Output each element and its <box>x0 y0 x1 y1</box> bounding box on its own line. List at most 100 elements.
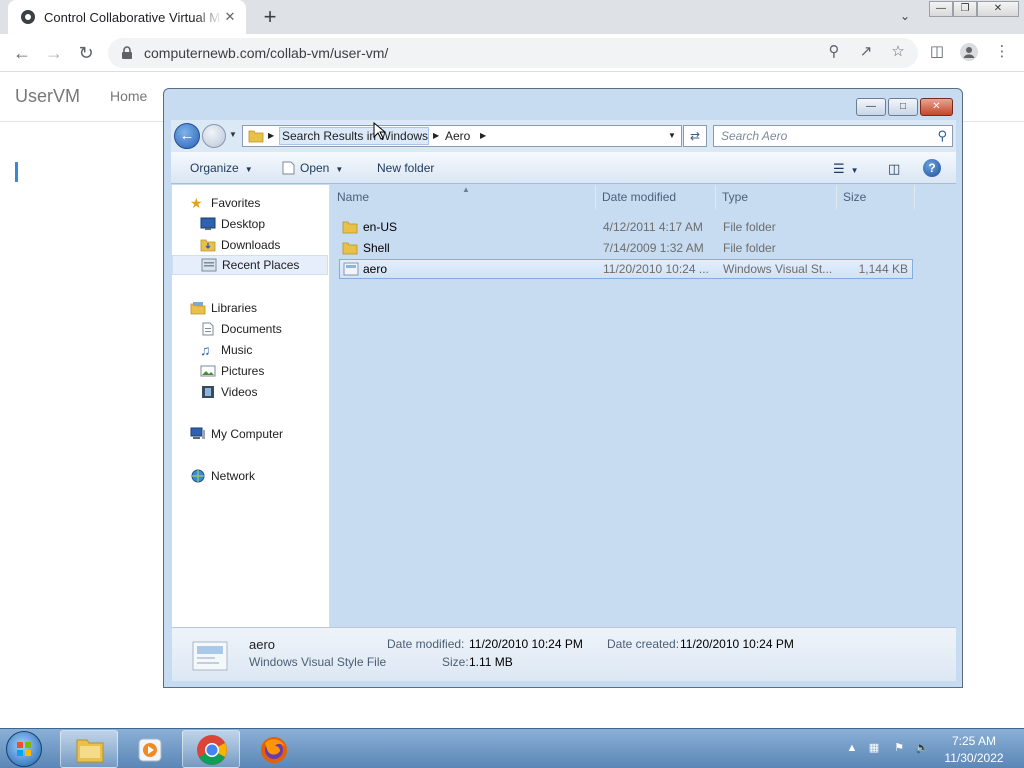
taskbar-explorer-button[interactable] <box>60 730 118 768</box>
nav-downloads[interactable]: Downloads <box>200 235 280 255</box>
breadcrumb-search-results[interactable]: Search Results in Windows <box>282 129 428 143</box>
back-arrow-icon[interactable]: ← <box>10 41 34 65</box>
details-file-name: aero <box>249 637 276 652</box>
file-type: Windows Visual St... <box>723 262 833 276</box>
taskbar-firefox-button[interactable] <box>243 730 301 768</box>
close-window-button[interactable]: ✕ <box>977 1 1019 17</box>
clock-time[interactable]: 7:25 AM <box>944 734 1004 748</box>
explorer-minimize-button[interactable]: — <box>856 98 886 116</box>
change-view-icon[interactable]: ☰ ▼ <box>833 161 859 177</box>
profile-avatar-icon[interactable] <box>960 43 978 61</box>
file-list: Name ▲ Date modified Type Size en-US 4/1… <box>331 185 956 627</box>
new-tab-button[interactable]: + <box>258 6 282 30</box>
network-tray-icon[interactable]: ▦ <box>867 741 881 755</box>
recent-pages-chevron-icon[interactable]: ▼ <box>229 130 237 139</box>
nav-recent-places[interactable]: Recent Places <box>172 255 328 275</box>
column-type[interactable]: Type <box>716 185 837 209</box>
home-link[interactable]: Home <box>110 88 147 104</box>
details-date-modified: 11/20/2010 10:24 PM <box>469 637 583 651</box>
network-icon <box>191 469 205 483</box>
side-panel-icon[interactable]: ◫ <box>928 43 946 61</box>
nav-libraries[interactable]: Libraries <box>190 298 257 318</box>
help-icon[interactable]: ? <box>923 159 941 177</box>
nav-network-label: Network <box>211 469 256 483</box>
nav-pictures[interactable]: Pictures <box>200 361 264 381</box>
taskbar: ▲ ▦ ⚑ 🔈 7:25 AM 11/30/2022 <box>0 728 1024 768</box>
lock-icon <box>122 46 132 59</box>
explorer-close-button[interactable]: ✕ <box>920 98 953 116</box>
open-label: Open <box>300 161 330 175</box>
preview-pane-icon[interactable]: ◫ <box>888 161 900 177</box>
file-type: File folder <box>723 220 776 234</box>
reload-icon[interactable]: ↻ <box>74 41 98 65</box>
details-size: 1.11 MB <box>469 655 513 669</box>
breadcrumb-separator-icon[interactable]: ▶ <box>433 131 439 140</box>
organize-label: Organize <box>190 161 239 175</box>
nav-pictures-label: Pictures <box>221 364 265 378</box>
organize-button[interactable]: Organize ▼ <box>190 161 253 175</box>
restore-window-button[interactable]: ❐ <box>953 1 977 17</box>
nav-documents-label: Documents <box>221 322 282 336</box>
firefox-icon <box>261 737 287 763</box>
clock-date[interactable]: 11/30/2022 <box>944 751 1004 765</box>
search-input[interactable]: Search Aero ⚲ <box>713 125 953 147</box>
file-date: 11/20/2010 10:24 ... <box>603 262 709 276</box>
search-icon[interactable]: ⚲ <box>937 128 947 144</box>
new-folder-button[interactable]: New folder <box>377 161 434 175</box>
open-button[interactable]: Open ▼ <box>282 161 343 175</box>
file-explorer-icon <box>76 739 104 763</box>
explorer-forward-arrow-icon[interactable] <box>202 124 226 148</box>
address-bar[interactable]: computernewb.com/collab-vm/user-vm/ <box>108 38 918 68</box>
menu-kebab-icon[interactable]: ⋮ <box>993 43 1011 61</box>
nav-favorites[interactable]: ★ Favorites <box>190 193 260 213</box>
zoom-search-icon[interactable]: ⚲ <box>825 43 843 61</box>
volume-icon[interactable]: 🔈 <box>915 741 929 755</box>
column-name-label: Name <box>337 190 370 204</box>
breadcrumb-separator-icon[interactable]: ▶ <box>480 131 486 140</box>
breadcrumb-aero[interactable]: Aero <box>445 129 470 143</box>
file-row[interactable]: en-US 4/12/2011 4:17 AM File folder <box>339 217 913 237</box>
nav-network[interactable]: Network <box>190 466 255 486</box>
tab-search-chevron-icon[interactable]: ⌄ <box>896 9 914 25</box>
url-text: computernewb.com/collab-vm/user-vm/ <box>144 45 389 61</box>
explorer-restore-button[interactable]: □ <box>888 98 918 116</box>
nav-my-computer[interactable]: My Computer <box>190 424 283 444</box>
site-brand[interactable]: UserVM <box>15 86 80 107</box>
sort-ascending-icon: ▲ <box>462 185 470 194</box>
taskbar-chrome-button[interactable] <box>182 730 240 768</box>
file-date: 4/12/2011 4:17 AM <box>603 220 703 234</box>
column-date-modified-label: Date modified <box>602 190 677 204</box>
tray-expand-icon[interactable]: ▲ <box>845 741 859 755</box>
browser-tab[interactable]: Control Collaborative Virtual Machine ✕ <box>8 0 246 34</box>
breadcrumb-separator-icon[interactable]: ▶ <box>268 131 274 140</box>
nav-music[interactable]: ♫ Music <box>200 340 252 360</box>
documents-icon <box>202 322 214 336</box>
breadcrumb[interactable]: ▶ Search Results in Windows ▶ Aero ▶ ▼ <box>242 125 682 147</box>
explorer-back-arrow-icon[interactable]: ← <box>174 123 200 149</box>
tab-close-icon[interactable]: ✕ <box>222 9 238 25</box>
nav-videos[interactable]: Videos <box>200 382 257 402</box>
computer-icon <box>190 427 205 439</box>
details-file-type: Windows Visual Style File <box>249 655 387 669</box>
file-row-selected[interactable]: aero 11/20/2010 10:24 ... Windows Visual… <box>339 259 913 279</box>
file-name: Shell <box>363 241 390 255</box>
column-size[interactable]: Size <box>837 185 915 209</box>
forward-arrow-icon[interactable]: → <box>42 41 66 65</box>
address-dropdown-icon[interactable]: ▼ <box>668 131 676 140</box>
file-row[interactable]: Shell 7/14/2009 1:32 AM File folder <box>339 238 913 258</box>
column-date-modified[interactable]: Date modified <box>596 185 716 209</box>
refresh-icon[interactable]: ⇄ <box>683 125 707 147</box>
share-icon[interactable]: ↗ <box>857 43 875 61</box>
action-center-flag-icon[interactable]: ⚑ <box>892 741 906 755</box>
details-pane: aero Windows Visual Style File Date modi… <box>172 627 956 681</box>
start-button[interactable] <box>6 731 42 767</box>
taskbar-media-player-button[interactable] <box>121 730 179 768</box>
nav-documents[interactable]: Documents <box>200 319 282 339</box>
minimize-window-button[interactable]: — <box>929 1 953 17</box>
folder-icon <box>342 221 358 234</box>
pictures-icon <box>200 365 216 377</box>
chevron-down-icon: ▼ <box>850 166 859 175</box>
nav-desktop[interactable]: Desktop <box>200 214 265 234</box>
bookmark-star-icon[interactable]: ☆ <box>889 43 907 61</box>
document-icon <box>282 161 295 175</box>
